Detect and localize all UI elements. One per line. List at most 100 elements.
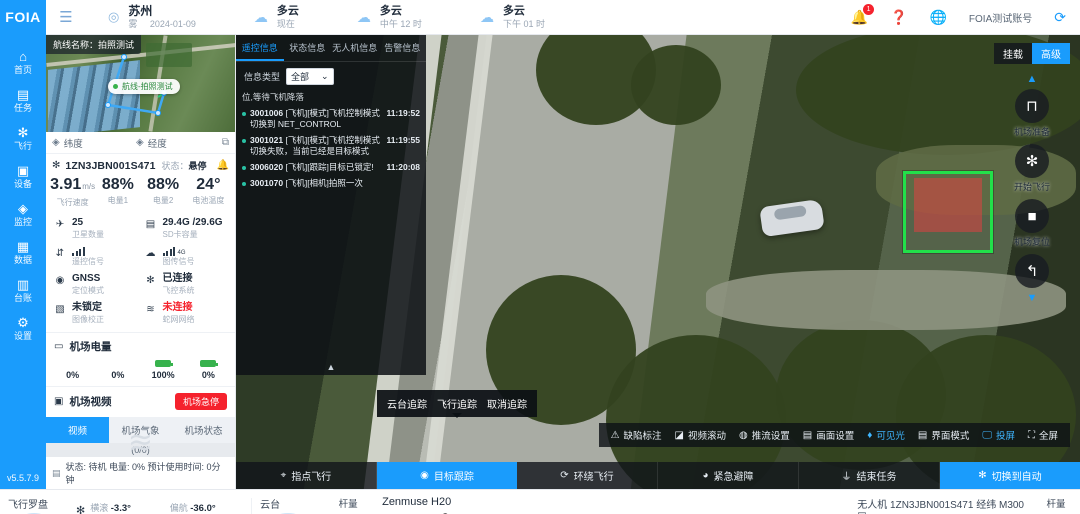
bottom-control-bar: 飞行罗盘 N S W E ✻ Zenmuse 50m ✻ 横滚 -3.3° 俯仰…	[0, 489, 1080, 514]
chevron-up-icon[interactable]: ▲	[1027, 73, 1038, 85]
sidebar-item-settings[interactable]: ⚙ 设置	[0, 309, 46, 347]
end-task-button[interactable]: ⏚结束任务	[799, 462, 940, 489]
help-icon[interactable]: ❓	[890, 9, 907, 26]
attitude-section: ✻ 横滚 -3.3° 俯仰 -9.6° 绝对 46m 距离机场 83.7m 偏航…	[68, 490, 251, 514]
tracking-context-menu: 云台追踪 飞行追踪 取消追踪	[377, 390, 537, 417]
action-label: 环绕飞行	[574, 468, 614, 483]
copy-icon[interactable]: ⧉	[222, 137, 229, 148]
globe-icon[interactable]: 🌐	[929, 9, 946, 26]
chevron-up-icon[interactable]: ▲	[236, 360, 426, 375]
user-menu[interactable]: FOIA测试账号	[969, 10, 1032, 25]
stat-label: 定位模式	[72, 285, 104, 296]
visible-light-button[interactable]: ♦可见光	[867, 428, 905, 442]
waypoint[interactable]	[121, 54, 127, 60]
log-entry-time: 11:20:08	[386, 162, 420, 173]
airport-video-header: ▣ 机场视频 机场急停	[46, 386, 235, 413]
tool-label: 画面设置	[816, 428, 854, 442]
point-flight-button[interactable]: ⌖指点飞行	[236, 462, 377, 489]
device-icon: ▣	[0, 163, 46, 178]
orbit-flight-button[interactable]: ⟳环绕飞行	[517, 462, 658, 489]
stream-settings-button[interactable]: ◍推流设置	[739, 428, 790, 442]
rail-label: 机场复位	[1014, 235, 1050, 248]
start-flight-button[interactable]: ✻ 开始飞行	[1014, 144, 1050, 193]
mount-tab-payload[interactable]: 挂载	[994, 43, 1032, 64]
attitude-col-right: 偏航 -36.0° 相对 93m 飞行时间 02m15s	[170, 502, 243, 514]
signal-bars-icon: 4G	[163, 246, 195, 256]
sidebar-item-task[interactable]: ▤ 任务	[0, 81, 46, 119]
log-tab-remote[interactable]: 遥控信息	[236, 35, 284, 61]
stat-value: 已连接	[163, 273, 195, 285]
log-tabs: 遥控信息 状态信息 无人机信息 告警信息	[236, 35, 426, 62]
target-tracking-button[interactable]: ◉目标跟踪	[377, 462, 517, 489]
log-panel: 遥控信息 状态信息 无人机信息 告警信息 信息类型 全部 ⌄ 位,等待飞机降落	[236, 35, 426, 375]
menu-item-flight-track[interactable]: 飞行追踪	[437, 396, 477, 411]
route-map-thumbnail[interactable]: 航线-拍照测试 航线名称：拍照测试	[46, 35, 235, 132]
tracking-box[interactable]	[903, 171, 993, 253]
emergency-stop-button[interactable]: 机场急停	[175, 393, 227, 410]
refresh-icon[interactable]: ⟳	[1054, 9, 1066, 26]
longitude-cell: ◈ 经度	[136, 136, 220, 150]
bell-icon[interactable]: 🔔	[217, 160, 229, 171]
waypoint[interactable]	[155, 110, 161, 116]
sidebar-item-ledger[interactable]: ▥ 台账	[0, 271, 46, 309]
weather-time: 现在	[277, 18, 299, 30]
log-list[interactable]: 位,等待飞机降落 3001006 [飞机][模式]飞机控制模式切换到 NET_C…	[236, 89, 426, 360]
wifi-off-icon: ≋	[128, 426, 153, 461]
tab-airport-status[interactable]: 机场状态	[172, 417, 235, 443]
video-scroll-button[interactable]: ◪视频滚动	[675, 428, 726, 442]
sidebar-item-home[interactable]: ⌂ 首页	[0, 43, 46, 81]
sidebar-item-label: 首页	[14, 65, 32, 75]
flightctl-icon: ✻	[145, 273, 157, 286]
drone-serial: 1ZN3JBN001S471	[65, 160, 155, 172]
log-entry-time: 11:19:52	[386, 108, 420, 130]
airport-reset-button[interactable]: ■ 机场复位	[1014, 199, 1050, 248]
bell-icon[interactable]: 🔔1	[851, 9, 868, 26]
tab-video[interactable]: 视频	[46, 417, 109, 443]
auto-icon: ✻	[978, 470, 986, 481]
fullscreen-button[interactable]: ⛶全屏	[1028, 428, 1058, 442]
action-label: 指点飞行	[291, 468, 331, 483]
drone-identity-bar: ✻ 1ZN3JBN001S471 状态：悬停 🔔	[46, 154, 235, 173]
layout-mode-button[interactable]: ▤界面模式	[918, 428, 969, 442]
kpi-battery1: 88% 电量1	[95, 175, 140, 208]
kpi-speed: 3.91m/s 飞行速度	[50, 175, 95, 208]
compass-section: 飞行罗盘 N S W E ✻ Zenmuse 50m	[0, 490, 68, 514]
log-tab-uav[interactable]: 无人机信息	[331, 35, 379, 61]
sidebar-item-monitor[interactable]: ◈ 监控	[0, 195, 46, 233]
menu-icon[interactable]: ☰	[46, 8, 86, 26]
log-tab-alarm[interactable]: 告警信息	[379, 35, 427, 61]
log-entry-time: 11:19:55	[386, 135, 420, 157]
log-filter-select[interactable]: 全部 ⌄	[286, 68, 334, 85]
menu-item-cancel-track[interactable]: 取消追踪	[487, 396, 527, 411]
airport-prepare-button[interactable]: ⊓ 机场准备	[1014, 89, 1050, 138]
sidebar-item-data[interactable]: ▦ 数据	[0, 233, 46, 271]
stat-positioning: ◉ GNSS 定位模式	[50, 270, 141, 299]
log-entry-code: 3001006	[250, 108, 283, 118]
cast-button[interactable]: 🖵投屏	[982, 428, 1015, 442]
log-entry: 3006020 [飞机][跟踪]目标已锁定! 11:20:08	[242, 159, 420, 175]
bulb-icon: ♦	[867, 430, 872, 441]
mount-tab-advanced[interactable]: 高级	[1032, 43, 1070, 64]
stat-satellites: ✈ 25 卫星数量	[50, 214, 141, 243]
log-entry-code: 3001021	[250, 135, 283, 145]
chevron-down-icon[interactable]: ▼	[1027, 292, 1038, 304]
screen-settings-button[interactable]: ▤画面设置	[803, 428, 854, 442]
waypoint[interactable]	[105, 102, 111, 108]
weather-cond: 多云	[277, 5, 299, 18]
body: ⌂ 首页 ▤ 任务 ✻ 飞行 ▣ 设备 ◈ 监控 ▦ 数据	[0, 35, 1080, 489]
log-entry-message: [飞机][相机]拍照一次	[285, 178, 362, 188]
defect-annotation-button[interactable]: ⚠缺陷标注	[611, 428, 662, 442]
stat-label: 图传信号	[163, 256, 195, 267]
log-tab-status[interactable]: 状态信息	[284, 35, 332, 61]
sidebar-item-device[interactable]: ▣ 设备	[0, 157, 46, 195]
app-version: v5.5.7.9	[7, 473, 39, 489]
stat-value: GNSS	[72, 273, 104, 285]
sidebar-item-flight[interactable]: ✻ 飞行	[0, 119, 46, 157]
return-home-button[interactable]: ↰	[1015, 254, 1049, 290]
drone-status-label: 状态：	[162, 161, 189, 171]
menu-item-gimbal-track[interactable]: 云台追踪	[387, 396, 427, 411]
switch-auto-button[interactable]: ✻ 切换到自动	[940, 462, 1080, 489]
emergency-avoid-button[interactable]: ◕紧急避障	[658, 462, 799, 489]
action-label: 切换到自动	[992, 468, 1042, 483]
weather-now: ☁ 多云 现在	[254, 5, 299, 30]
